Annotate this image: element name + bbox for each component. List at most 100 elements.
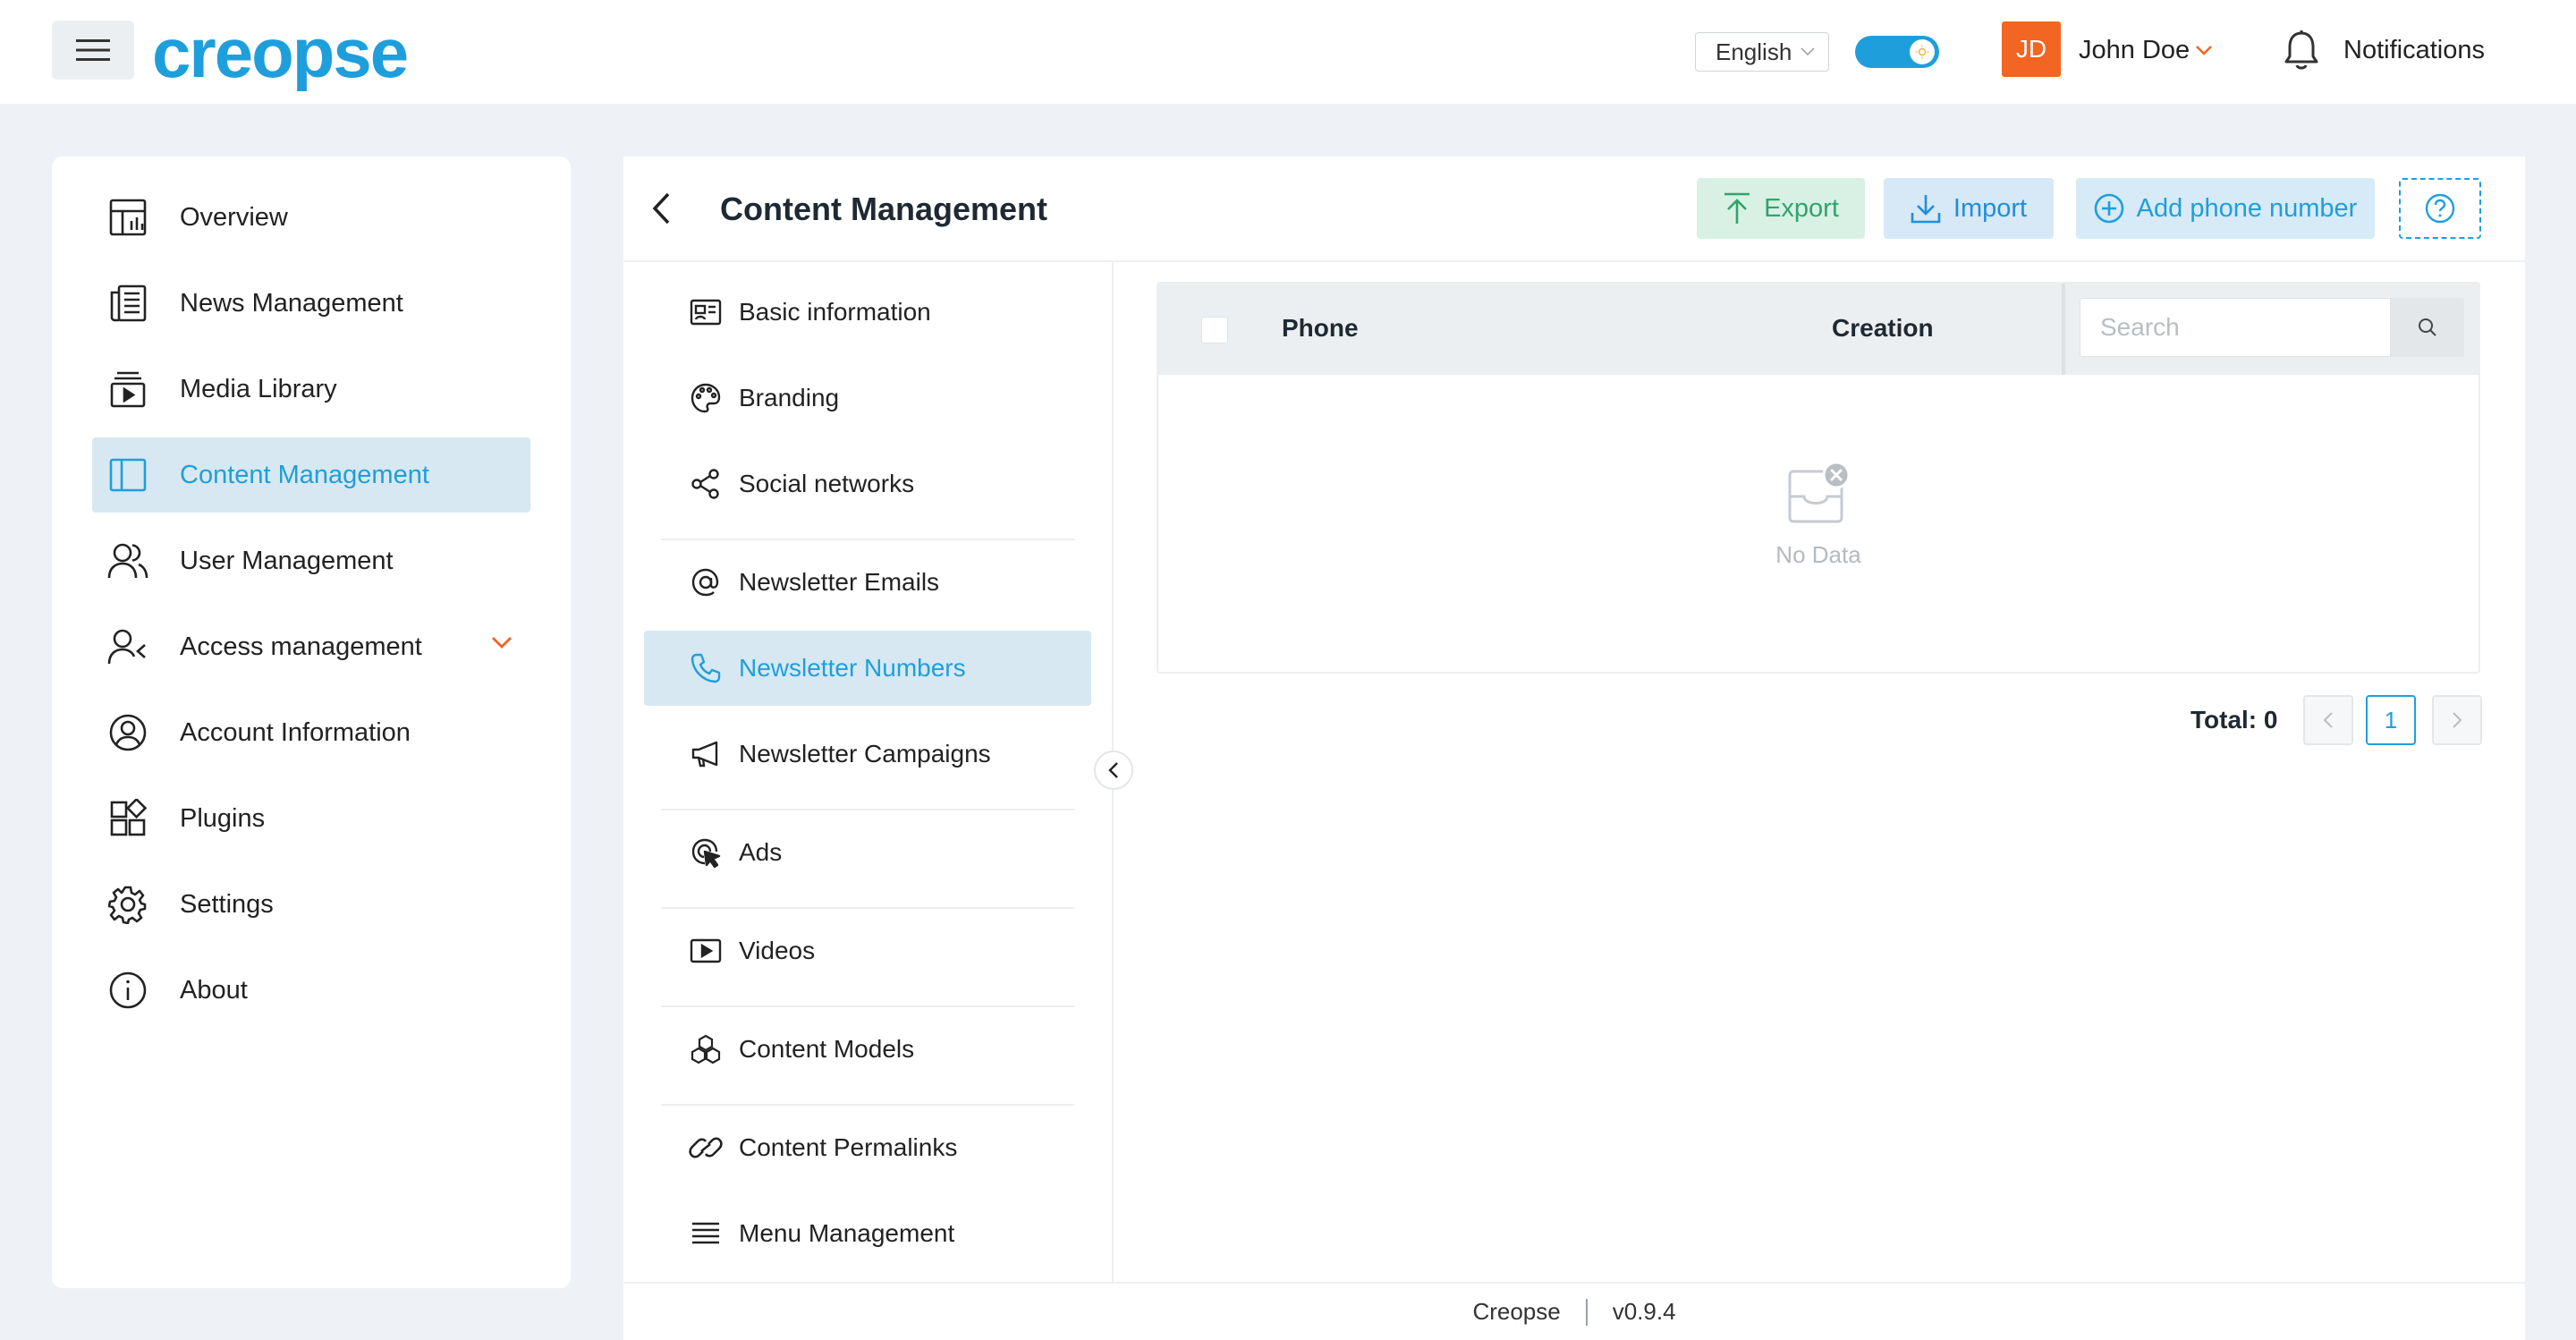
prev-page-button[interactable]	[2303, 695, 2353, 745]
sidebar-item-label: User Management	[180, 546, 394, 575]
submenu-divider	[661, 1104, 1074, 1106]
submenu-item-videos[interactable]: Videos	[644, 913, 1091, 988]
notifications-button[interactable]: Notifications	[2283, 27, 2485, 73]
import-label: Import	[1953, 193, 2028, 223]
sun-icon	[1910, 39, 1935, 64]
palette-icon	[685, 382, 726, 414]
plugins-icon	[101, 799, 155, 838]
content-icon	[101, 455, 155, 495]
footer-version: v0.9.4	[1612, 1298, 1676, 1325]
empty-state: No Data	[1158, 375, 2479, 672]
bell-icon	[2284, 30, 2318, 70]
sidebar-item-media[interactable]: Media Library	[92, 352, 530, 427]
download-icon	[1911, 195, 1941, 224]
overview-icon	[101, 198, 155, 237]
sidebar-item-label: Plugins	[180, 803, 266, 833]
user-name: John Doe	[2079, 35, 2190, 64]
users-icon	[101, 541, 155, 581]
sidebar-item-account[interactable]: Account Information	[92, 695, 530, 770]
sidebar-item-content[interactable]: Content Management	[92, 437, 530, 513]
sidebar-item-label: Settings	[180, 889, 274, 919]
submenu-divider	[661, 907, 1074, 909]
logo[interactable]: creopse	[152, 16, 409, 89]
info-icon	[101, 971, 155, 1010]
submenu-item-basic-information[interactable]: Basic information	[644, 275, 1091, 350]
help-button[interactable]	[2399, 178, 2481, 239]
language-select[interactable]: English	[1695, 32, 1829, 72]
import-button[interactable]: Import	[1884, 178, 2054, 239]
search-icon	[2419, 318, 2436, 336]
sidebar-item-news[interactable]: News Management	[92, 266, 530, 341]
sidebar-item-users[interactable]: User Management	[92, 523, 530, 598]
submenu-item-newsletter-emails[interactable]: Newsletter Emails	[644, 545, 1091, 620]
submenu-item-newsletter-campaigns[interactable]: Newsletter Campaigns	[644, 717, 1091, 792]
hamburger-menu-button[interactable]	[52, 21, 134, 80]
avatar-initials: JD	[2015, 35, 2047, 63]
link-icon	[685, 1132, 726, 1164]
chevron-down-icon	[1801, 47, 1815, 56]
chevron-right-icon	[2453, 712, 2462, 728]
export-label: Export	[1764, 193, 1839, 223]
add-phone-number-button[interactable]: Add phone number	[2076, 178, 2375, 239]
sidebar-item-overview[interactable]: Overview	[92, 180, 530, 255]
submenu-item-label: Newsletter Emails	[739, 568, 940, 596]
submenu-item-menu-management[interactable]: Menu Management	[644, 1196, 1091, 1271]
footer-divider	[1585, 1298, 1588, 1326]
hamburger-icon	[76, 39, 110, 61]
search-input[interactable]: Search	[2080, 298, 2391, 357]
at-icon	[685, 566, 726, 598]
cubes-icon	[685, 1033, 726, 1065]
sidebar-item-label: Overview	[180, 202, 288, 232]
megaphone-icon	[685, 738, 726, 770]
submenu-item-ads[interactable]: Ads	[644, 815, 1091, 890]
access-icon	[101, 627, 155, 666]
export-icon	[1724, 192, 1750, 224]
sidebar-item-about[interactable]: About	[92, 953, 530, 1028]
empty-inbox-icon	[1788, 461, 1851, 523]
video-icon	[685, 937, 726, 964]
chevron-left-icon	[652, 192, 670, 225]
avatar[interactable]: JD	[2002, 21, 2061, 77]
plus-circle-icon	[2094, 193, 2123, 224]
submenu-divider	[661, 539, 1074, 540]
submenu-item-label: Social networks	[739, 470, 915, 497]
page-button-1[interactable]: 1	[2366, 695, 2416, 745]
language-value: English	[1716, 38, 1792, 65]
submenu-item-branding[interactable]: Branding	[644, 360, 1091, 436]
chevron-down-icon	[2196, 46, 2213, 55]
pagination-total: Total: 0	[2190, 706, 2278, 734]
sidebar-item-label: About	[180, 975, 248, 1005]
theme-toggle[interactable]	[1855, 36, 1939, 68]
footer-app-name: Creopse	[1472, 1298, 1561, 1325]
back-button[interactable]	[650, 191, 672, 226]
sidebar: Overview News Management Media Library C…	[52, 157, 571, 1288]
column-header-phone[interactable]: Phone	[1282, 314, 1359, 343]
submenu-item-newsletter-numbers[interactable]: Newsletter Numbers	[644, 631, 1091, 706]
select-all-checkbox[interactable]	[1201, 317, 1228, 343]
add-phone-label: Add phone number	[2136, 193, 2358, 223]
sidebar-item-label: Account Information	[180, 717, 411, 747]
page-title: Content Management	[720, 191, 1048, 227]
target-icon	[685, 836, 726, 869]
account-icon	[101, 713, 155, 752]
user-menu[interactable]: John Doe	[2079, 32, 2213, 68]
submenu-item-content-models[interactable]: Content Models	[644, 1012, 1091, 1087]
submenu-item-label: Videos	[739, 937, 816, 964]
share-icon	[685, 468, 726, 500]
sidebar-item-settings[interactable]: Settings	[92, 867, 530, 942]
next-page-button[interactable]	[2432, 695, 2482, 745]
submenu-item-social-networks[interactable]: Social networks	[644, 446, 1091, 522]
sidebar-item-plugins[interactable]: Plugins	[92, 781, 530, 856]
sidebar-item-access[interactable]: Access management	[92, 609, 530, 684]
export-button[interactable]: Export	[1697, 178, 1865, 239]
notifications-label: Notifications	[2343, 35, 2485, 64]
collapse-submenu-button[interactable]	[1094, 751, 1133, 790]
top-header: creopse English JD John Doe Notification…	[0, 0, 2576, 104]
column-header-creation[interactable]: Creation	[1832, 314, 1934, 343]
submenu-item-content-permalinks[interactable]: Content Permalinks	[644, 1110, 1091, 1185]
submenu-item-label: Newsletter Campaigns	[739, 740, 991, 768]
table-header: Phone Creation Search	[1158, 284, 2479, 375]
main-panel: Content Management Export Import Add pho…	[623, 157, 2525, 1340]
submenu-item-label: Content Permalinks	[739, 1133, 958, 1161]
search-button[interactable]	[2391, 298, 2464, 357]
